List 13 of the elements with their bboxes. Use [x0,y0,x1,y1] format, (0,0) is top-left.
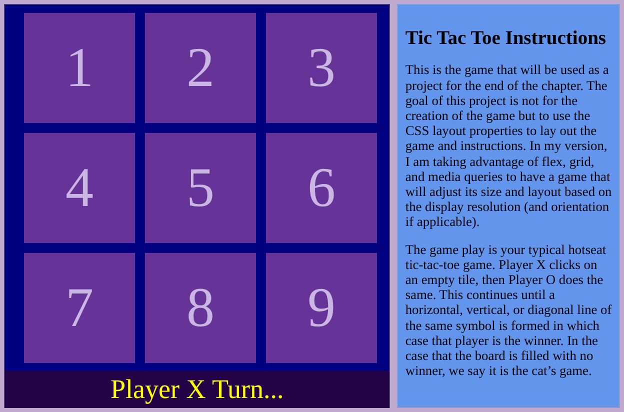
board-tile[interactable]: 1 [24,13,135,123]
instructions-title: Tic Tac Toe Instructions [405,27,607,50]
board-tile[interactable]: 4 [24,133,135,243]
board-tile[interactable]: 3 [266,13,377,123]
instructions-paragraph: The game play is your typical hotseat tic-tac-toe game. Player X clicks on an empty tile, then Player O does the same. This continues until a horizontal, vertical, or diagonal line of the same symbol is formed in which case that player is the winner. In the case that the board is filled with no winner, we say it is the cat’s game. [405,242,612,378]
turn-status: Player X Turn... [5,371,390,408]
board-tile[interactable]: 7 [24,253,135,363]
board-tile[interactable]: 8 [145,253,256,363]
board-tile[interactable]: 5 [145,133,256,243]
instructions-paragraph: This is the game that will be used as a project for the end of the chapter. The goal of this project is not for the creation of the game but to use the CSS layout properties to lay out the game and instructions. In my version, I am taking advantage of flex, grid, and media queries to have a game that will adjust its size and layout based on the display resolution (and orientation if applicable). [405,62,612,230]
board-tile[interactable]: 2 [145,13,256,123]
board-tile[interactable]: 9 [266,253,377,363]
board-tile[interactable]: 6 [266,133,377,243]
